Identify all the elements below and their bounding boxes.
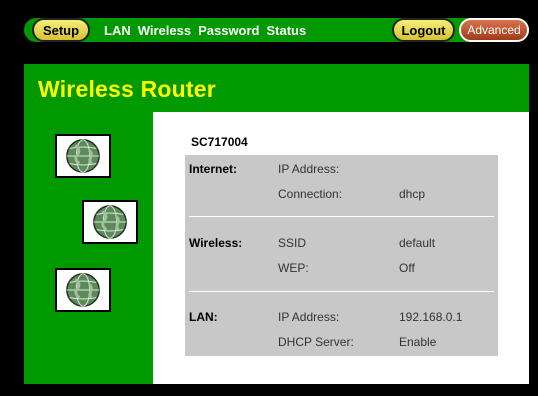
sidebar (24, 112, 153, 384)
internet-label: Internet: (189, 162, 237, 176)
page-header: Wireless Router (24, 64, 529, 112)
section-divider (189, 291, 494, 292)
globe-icon (66, 273, 100, 307)
globe-icon (66, 139, 100, 173)
lan-ip-value: 192.168.0.1 (399, 310, 463, 324)
page-title: Wireless Router (38, 76, 216, 102)
nav-links: LAN Wireless Password Status (104, 18, 306, 42)
wireless-label: Wireless: (189, 236, 243, 250)
nav-link-status[interactable]: Status (267, 23, 307, 38)
lan-ip-label: IP Address: (278, 310, 340, 324)
globe-icon (93, 205, 127, 239)
internet-connection-label: Connection: (278, 187, 343, 201)
nav-link-password[interactable]: Password (198, 23, 259, 38)
internet-ip-label: IP Address: (278, 162, 340, 176)
wireless-ssid-label: SSID (278, 236, 307, 250)
lan-label: LAN: (189, 310, 218, 324)
globe-icon-box-3 (55, 268, 111, 312)
globe-icon-box-1 (55, 134, 111, 178)
device-name: SC717004 (191, 135, 248, 149)
globe-icon-box-2 (82, 200, 138, 244)
lan-dhcp-value: Enable (399, 335, 437, 349)
nav-link-wireless[interactable]: Wireless (138, 23, 191, 38)
wireless-wep-value: Off (399, 261, 415, 275)
advanced-button[interactable]: Advanced (459, 18, 529, 42)
wireless-ssid-value: default (399, 236, 436, 250)
wireless-wep-label: WEP: (278, 261, 309, 275)
lan-dhcp-label: DHCP Server: (278, 335, 354, 349)
internet-connection-value: dhcp (399, 187, 426, 201)
nav-link-lan[interactable]: LAN (104, 23, 131, 38)
logout-button[interactable]: Logout (392, 18, 455, 42)
section-divider (189, 216, 494, 217)
status-table (185, 155, 498, 356)
setup-button[interactable]: Setup (32, 18, 90, 42)
